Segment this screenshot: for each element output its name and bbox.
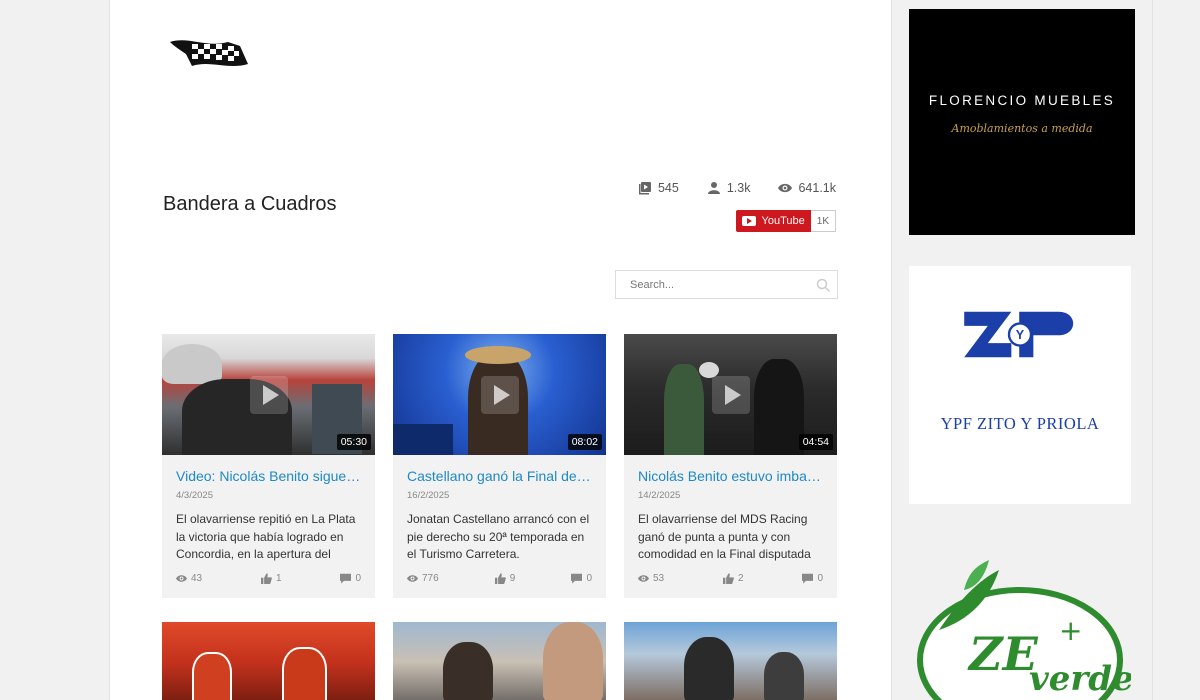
comments-meta: 0 <box>571 573 592 584</box>
view-count-stat: 641.1k <box>778 181 836 195</box>
video-card[interactable] <box>162 622 375 700</box>
video-title-link[interactable]: Nicolás Benito estuvo imba… <box>624 455 837 484</box>
youtube-subscriber-count: 1K <box>810 210 836 232</box>
video-thumbnail[interactable] <box>162 622 375 700</box>
youtube-subscribe-button[interactable]: YouTube <box>735 210 811 232</box>
video-description: El olavarriense repitió en La Plata la v… <box>176 512 356 561</box>
likes-count: 1 <box>276 573 282 584</box>
views-meta: 53 <box>638 573 664 584</box>
eye-icon <box>176 575 187 582</box>
video-description: Jonatan Castellano arrancó con el pie de… <box>407 512 590 561</box>
ad-ze-verde[interactable]: ZE + verde <box>909 560 1134 700</box>
likes-count: 9 <box>509 573 516 584</box>
video-title-link[interactable]: Video: Nicolás Benito sigue … <box>162 455 375 484</box>
likes-meta: 9 <box>494 573 516 584</box>
ypf-logo: Y <box>964 311 1074 358</box>
views-meta: 776 <box>407 573 439 584</box>
video-thumbnail[interactable]: 08:02 <box>393 334 606 455</box>
playlist-icon <box>638 182 651 195</box>
main-content: Bandera a Cuadros 545 1.3k 641.1k YouTub… <box>109 0 892 700</box>
video-thumbnail[interactable] <box>624 622 837 700</box>
views-count: 43 <box>191 573 203 584</box>
play-icon <box>481 376 519 414</box>
video-meta: 776 9 0 <box>393 563 606 598</box>
channel-stats: 545 1.3k 641.1k <box>638 181 836 195</box>
likes-meta: 1 <box>261 573 282 584</box>
video-date: 4/3/2025 <box>176 490 213 501</box>
eye-icon <box>407 575 418 582</box>
video-title-link[interactable]: Castellano ganó la Final del… <box>393 455 606 484</box>
video-duration: 04:54 <box>798 434 833 450</box>
video-card[interactable] <box>393 622 606 700</box>
video-date: 16/2/2025 <box>407 490 450 501</box>
video-thumbnail[interactable]: 04:54 <box>624 334 837 455</box>
search-input[interactable] <box>616 278 806 291</box>
svg-text:Y: Y <box>1016 328 1025 342</box>
youtube-icon <box>741 216 756 226</box>
video-duration: 08:02 <box>567 434 602 450</box>
video-card[interactable] <box>624 622 837 700</box>
comment-icon <box>340 573 352 584</box>
svg-text:verde: verde <box>1029 659 1131 699</box>
video-count-stat: 545 <box>638 181 679 195</box>
thumbs-up-icon <box>494 573 506 584</box>
ad-brand-name: FLORENCIO MUEBLES <box>928 93 1116 108</box>
comments-meta: 0 <box>802 573 823 584</box>
thumbs-up-icon <box>723 573 734 584</box>
subscriber-count: 1.3k <box>726 181 751 195</box>
youtube-label: YouTube <box>761 215 805 227</box>
video-thumbnail[interactable] <box>393 622 606 700</box>
video-duration: 05:30 <box>336 434 371 450</box>
sidebar: FLORENCIO MUEBLES Amoblamientos a medida… <box>892 0 1153 700</box>
video-meta: 53 2 0 <box>624 563 837 598</box>
search-icon[interactable] <box>816 278 831 293</box>
comments-meta: 0 <box>340 573 361 584</box>
views-meta: 43 <box>176 573 202 584</box>
play-icon <box>250 376 288 414</box>
svg-text:+: + <box>1059 614 1082 647</box>
likes-meta: 2 <box>723 573 744 584</box>
comments-count: 0 <box>817 573 823 584</box>
comment-icon <box>571 573 583 584</box>
video-card[interactable]: 08:02 Castellano ganó la Final del… 16/2… <box>393 334 606 598</box>
views-count: 776 <box>422 573 439 584</box>
play-icon <box>712 376 750 414</box>
video-meta: 43 1 0 <box>162 563 375 598</box>
ad-ypf-zito-priola[interactable]: Y YPF ZITO Y PRIOLA <box>909 266 1131 504</box>
view-count: 641.1k <box>798 181 836 195</box>
user-icon <box>707 182 720 194</box>
youtube-subscribe: YouTube 1K <box>735 210 836 232</box>
svg-text:ZE: ZE <box>967 627 1039 681</box>
comments-count: 0 <box>355 573 361 584</box>
views-count: 53 <box>653 573 665 584</box>
subscriber-count-stat: 1.3k <box>707 181 751 195</box>
video-count: 545 <box>657 181 679 195</box>
checkered-flag-logo[interactable] <box>168 34 252 74</box>
ad-tagline: Amoblamientos a medida <box>951 122 1093 135</box>
video-card[interactable]: 04:54 Nicolás Benito estuvo imba… 14/2/2… <box>624 334 837 598</box>
eye-icon <box>638 575 649 582</box>
channel-title: Bandera a Cuadros <box>163 193 337 215</box>
ad-brand-name: YPF ZITO Y PRIOLA <box>940 414 1100 433</box>
search-box <box>615 270 838 299</box>
video-description: El olavarriense del MDS Racing ganó de p… <box>638 512 811 561</box>
thumbs-up-icon <box>261 573 272 584</box>
video-date: 14/2/2025 <box>638 490 681 501</box>
video-card[interactable]: 05:30 Video: Nicolás Benito sigue … 4/3/… <box>162 334 375 598</box>
comment-icon <box>802 573 814 584</box>
ze-verde-logo: ZE + verde <box>917 560 1134 700</box>
video-thumbnail[interactable]: 05:30 <box>162 334 375 455</box>
comments-count: 0 <box>586 573 592 584</box>
eye-icon <box>778 183 793 193</box>
likes-count: 2 <box>738 573 744 584</box>
ad-florencio-muebles[interactable]: FLORENCIO MUEBLES Amoblamientos a medida <box>909 9 1135 235</box>
